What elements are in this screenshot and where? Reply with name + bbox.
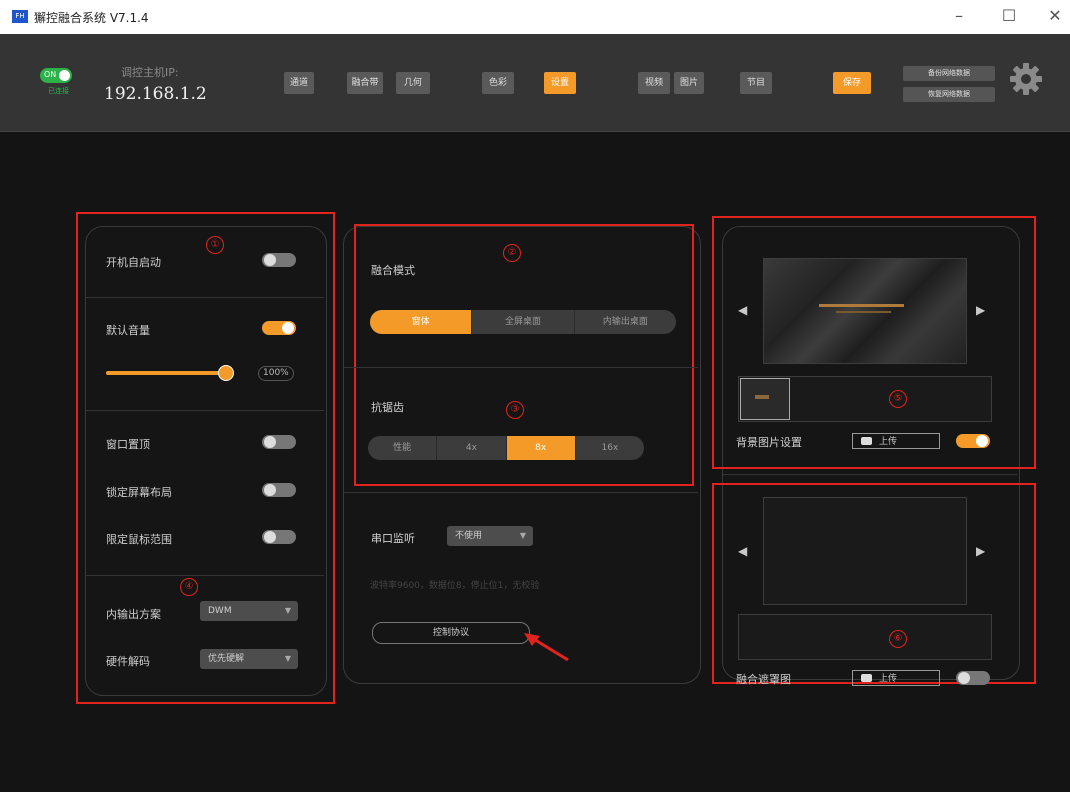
background-image-preview	[763, 258, 967, 364]
tab-geometry[interactable]: 几何	[396, 72, 430, 94]
annotation-marker-3: ③	[506, 401, 524, 419]
tab-color[interactable]: 色彩	[482, 72, 514, 94]
output-scheme-label: 内输出方案	[106, 608, 161, 621]
hw-decode-select[interactable]: 优先硬解 ▼	[200, 649, 298, 669]
power-toggle-text: ON	[44, 70, 57, 79]
window-title: 獬控融合系统 V7.1.4	[34, 11, 149, 25]
output-scheme-value: DWM	[208, 606, 232, 616]
upload-label: 上传	[879, 674, 898, 684]
antialias-selector[interactable]: 性能 4x 8x 16x	[368, 436, 644, 460]
next-background-button[interactable]: ▶	[976, 303, 985, 317]
camera-icon	[861, 437, 872, 445]
blend-mode-selector[interactable]: 窗体 全屏桌面 内输出桌面	[370, 310, 676, 334]
power-toggle[interactable]: ON	[40, 68, 72, 83]
annotation-box-1	[76, 212, 335, 704]
limit-mouse-toggle[interactable]	[262, 530, 296, 544]
preview-caption-line	[819, 304, 904, 307]
gear-icon[interactable]	[1008, 61, 1044, 97]
tab-channel[interactable]: 通道	[284, 72, 314, 94]
preview-caption-line	[836, 311, 891, 313]
mask-upload-button[interactable]: 上传	[852, 670, 940, 686]
tab-image[interactable]: 图片	[674, 72, 704, 94]
window-topmost-toggle[interactable]	[262, 435, 296, 449]
annotation-marker-6: ⑥	[889, 630, 907, 648]
lock-layout-label: 锁定屏幕布局	[106, 486, 172, 499]
tab-program[interactable]: 节目	[740, 72, 772, 94]
chevron-down-icon: ▼	[284, 654, 291, 663]
maximize-icon[interactable]: ☐	[994, 5, 1024, 27]
app-logo-icon: FH	[12, 10, 28, 23]
host-ip-label: 调控主机IP:	[121, 66, 179, 79]
limit-mouse-label: 限定鼠标范围	[106, 533, 172, 546]
volume-slider[interactable]	[106, 371, 228, 375]
output-scheme-select[interactable]: DWM ▼	[200, 601, 298, 621]
annotation-marker-4: ④	[180, 578, 198, 596]
volume-slider-handle[interactable]	[218, 365, 234, 381]
blend-mode-label: 融合模式	[371, 264, 415, 277]
serial-listen-select[interactable]: 不使用 ▼	[447, 526, 533, 546]
blend-mask-toggle[interactable]	[956, 671, 990, 685]
annotation-marker-1: ①	[206, 236, 224, 254]
tab-settings[interactable]: 设置	[544, 72, 576, 94]
hw-decode-label: 硬件解码	[106, 655, 150, 668]
save-button[interactable]: 保存	[833, 72, 871, 94]
autostart-label: 开机自启动	[106, 256, 161, 269]
divider	[344, 367, 698, 368]
top-toolbar: ON 已连接 调控主机IP: 192.168.1.2 通道 融合带 几何 色彩 …	[0, 34, 1070, 132]
antialias-label: 抗锯齿	[371, 401, 404, 414]
divider	[723, 474, 1017, 475]
serial-listen-label: 串口监听	[371, 532, 415, 545]
camera-icon	[861, 674, 872, 682]
autostart-toggle[interactable]	[262, 253, 296, 267]
divider	[86, 410, 324, 411]
next-mask-button[interactable]: ▶	[976, 544, 985, 558]
backup-network-data-button[interactable]: 备份网络数据	[903, 66, 995, 81]
background-upload-button[interactable]: 上传	[852, 433, 940, 449]
antialias-performance[interactable]: 性能	[368, 436, 436, 460]
tab-video[interactable]: 视频	[638, 72, 670, 94]
restore-network-data-button[interactable]: 恢复网络数据	[903, 87, 995, 102]
serial-hint: 波特率9600，数据位8，停止位1，无校验	[370, 581, 540, 591]
minimize-icon[interactable]: –	[944, 5, 974, 27]
control-protocol-button[interactable]: 控制协议	[372, 622, 530, 644]
mask-image-preview	[763, 497, 967, 605]
default-volume-label: 默认音量	[106, 324, 150, 337]
power-status: 已连接	[48, 87, 69, 95]
divider	[344, 492, 698, 493]
blend-mode-window[interactable]: 窗体	[370, 310, 472, 334]
upload-label: 上传	[879, 437, 898, 447]
lock-layout-toggle[interactable]	[262, 483, 296, 497]
hw-decode-value: 优先硬解	[208, 654, 245, 664]
divider	[86, 575, 324, 576]
divider	[86, 297, 324, 298]
tab-blend-band[interactable]: 融合带	[347, 72, 383, 94]
mask-thumbnail-strip	[738, 614, 992, 660]
background-thumbnail[interactable]	[740, 378, 790, 420]
annotation-marker-5: ⑤	[889, 390, 907, 408]
window-topmost-label: 窗口置顶	[106, 438, 150, 451]
chevron-down-icon: ▼	[284, 606, 291, 615]
antialias-8x[interactable]: 8x	[505, 436, 575, 460]
power-toggle-knob	[59, 70, 70, 81]
thumbnail-caption	[755, 395, 769, 399]
window-titlebar: FH 獬控融合系统 V7.1.4 – ☐ ✕	[0, 0, 1070, 34]
antialias-4x[interactable]: 4x	[436, 436, 505, 460]
background-image-toggle[interactable]	[956, 434, 990, 448]
blend-mode-fullscreen-desktop[interactable]: 全屏桌面	[471, 310, 573, 334]
antialias-16x[interactable]: 16x	[574, 436, 644, 460]
close-icon[interactable]: ✕	[1040, 5, 1070, 27]
blend-mask-label: 融合遮罩图	[736, 673, 791, 686]
host-ip-value: 192.168.1.2	[104, 84, 207, 104]
default-volume-toggle[interactable]	[262, 321, 296, 335]
annotation-arrow-icon	[524, 633, 569, 662]
chevron-down-icon: ▼	[519, 531, 526, 540]
background-thumbnail-strip	[738, 376, 992, 422]
annotation-marker-2: ②	[503, 244, 521, 262]
prev-background-button[interactable]: ◀	[738, 303, 747, 317]
serial-listen-value: 不使用	[455, 531, 483, 541]
background-image-label: 背景图片设置	[736, 436, 802, 449]
volume-value: 100%	[258, 366, 294, 381]
prev-mask-button[interactable]: ◀	[738, 544, 747, 558]
blend-mode-internal-output-desktop[interactable]: 内输出桌面	[573, 310, 676, 334]
